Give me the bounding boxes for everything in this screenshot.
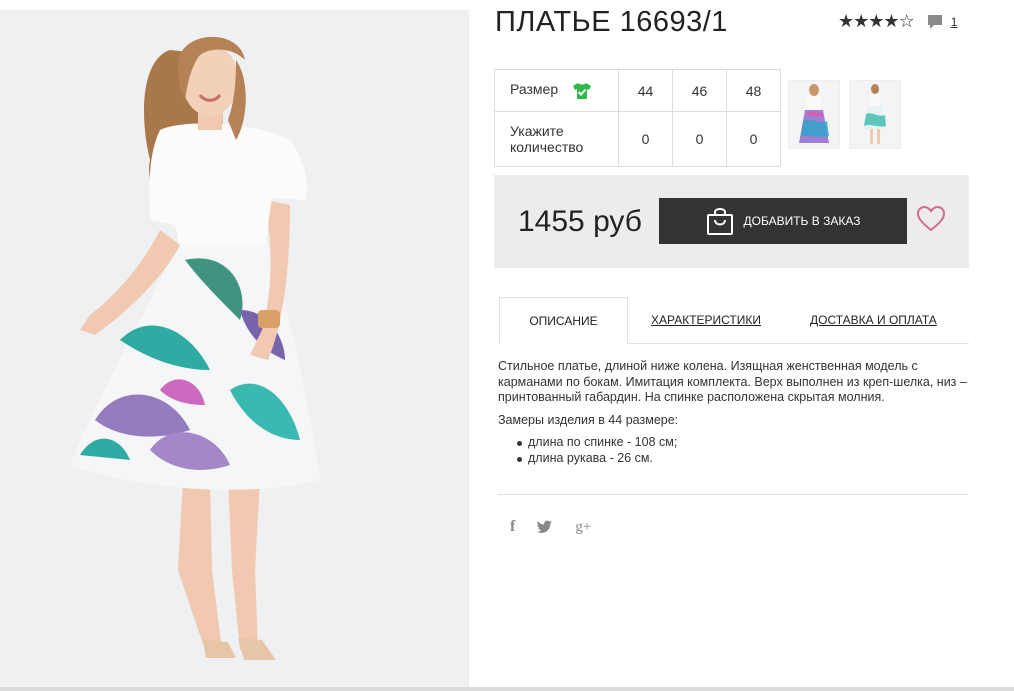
quantity-input-46[interactable]: 0 [672,111,727,167]
star-filled-icon[interactable]: ★ [853,11,869,31]
social-share: f g+ [510,518,613,536]
product-title: ПЛАТЬЕ 16693/1 [495,6,728,38]
comments-count-link[interactable]: 1 [951,15,958,29]
heart-icon[interactable] [917,206,945,232]
quantity-label-line2: количество [510,139,584,155]
buy-box: 1455 руб ДОБАВИТЬ В ЗАКАЗ [494,175,969,268]
tab-characteristics[interactable]: ХАРАКТЕРИСТИКИ [651,297,761,342]
description-divider [498,494,969,495]
google-plus-icon[interactable]: g+ [575,519,591,536]
twitter-icon[interactable] [537,520,553,534]
add-to-order-label: ДОБАВИТЬ В ЗАКАЗ [743,214,861,228]
size-label-cell: Размер [494,69,619,112]
star-filled-icon[interactable]: ★ [868,11,884,31]
quantity-label-cell: Укажите количество [494,111,619,167]
quantity-input-44[interactable]: 0 [618,111,673,167]
size-quantity-table: Размер 44 46 48 Укажите количество 0 0 0 [494,69,781,167]
measures-list: длина по спинке - 108 см; длина рукава -… [498,435,970,466]
size-option-44[interactable]: 44 [618,69,673,112]
product-thumbnail-2[interactable] [849,80,901,149]
product-thumbnail-1[interactable] [788,80,840,149]
facebook-icon[interactable]: f [510,518,515,536]
description-text: Стильное платье, длиной ниже колена. Изя… [498,359,967,404]
measures-title: Замеры изделия в 44 размере: [498,412,679,427]
star-empty-icon[interactable]: ☆ [899,11,915,31]
size-option-46[interactable]: 46 [672,69,727,112]
product-rating[interactable]: ★★★★☆ 1 [838,11,957,32]
tab-delivery-payment[interactable]: ДОСТАВКА И ОПЛАТА [810,297,937,342]
product-main-photo[interactable] [0,10,469,687]
star-filled-icon[interactable]: ★ [883,11,899,31]
quantity-label-line1: Укажите [510,123,564,139]
product-price: 1455 руб [518,205,642,238]
page-bottom-divider [0,687,1014,691]
add-to-order-button[interactable]: ДОБАВИТЬ В ЗАКАЗ [659,198,907,244]
shopping-bag-icon [706,208,733,235]
product-info-tabs: ОПИСАНИЕ ХАРАКТЕРИСТИКИ ДОСТАВКА И ОПЛАТ… [498,297,969,344]
tab-description[interactable]: ОПИСАНИЕ [499,297,628,344]
star-filled-icon[interactable]: ★ [838,11,854,31]
list-item: длина рукава - 26 см. [517,451,970,467]
quantity-input-48[interactable]: 0 [726,111,781,167]
description-panel: Стильное платье, длиной ниже колена. Изя… [498,359,970,466]
comment-icon[interactable] [926,13,944,31]
list-item: длина по спинке - 108 см; [517,435,970,451]
size-option-48[interactable]: 48 [726,69,781,112]
size-label: Размер [510,81,559,98]
rating-stars[interactable]: ★★★★☆ [838,11,915,32]
size-chart-tshirt-check-icon[interactable] [572,82,592,100]
